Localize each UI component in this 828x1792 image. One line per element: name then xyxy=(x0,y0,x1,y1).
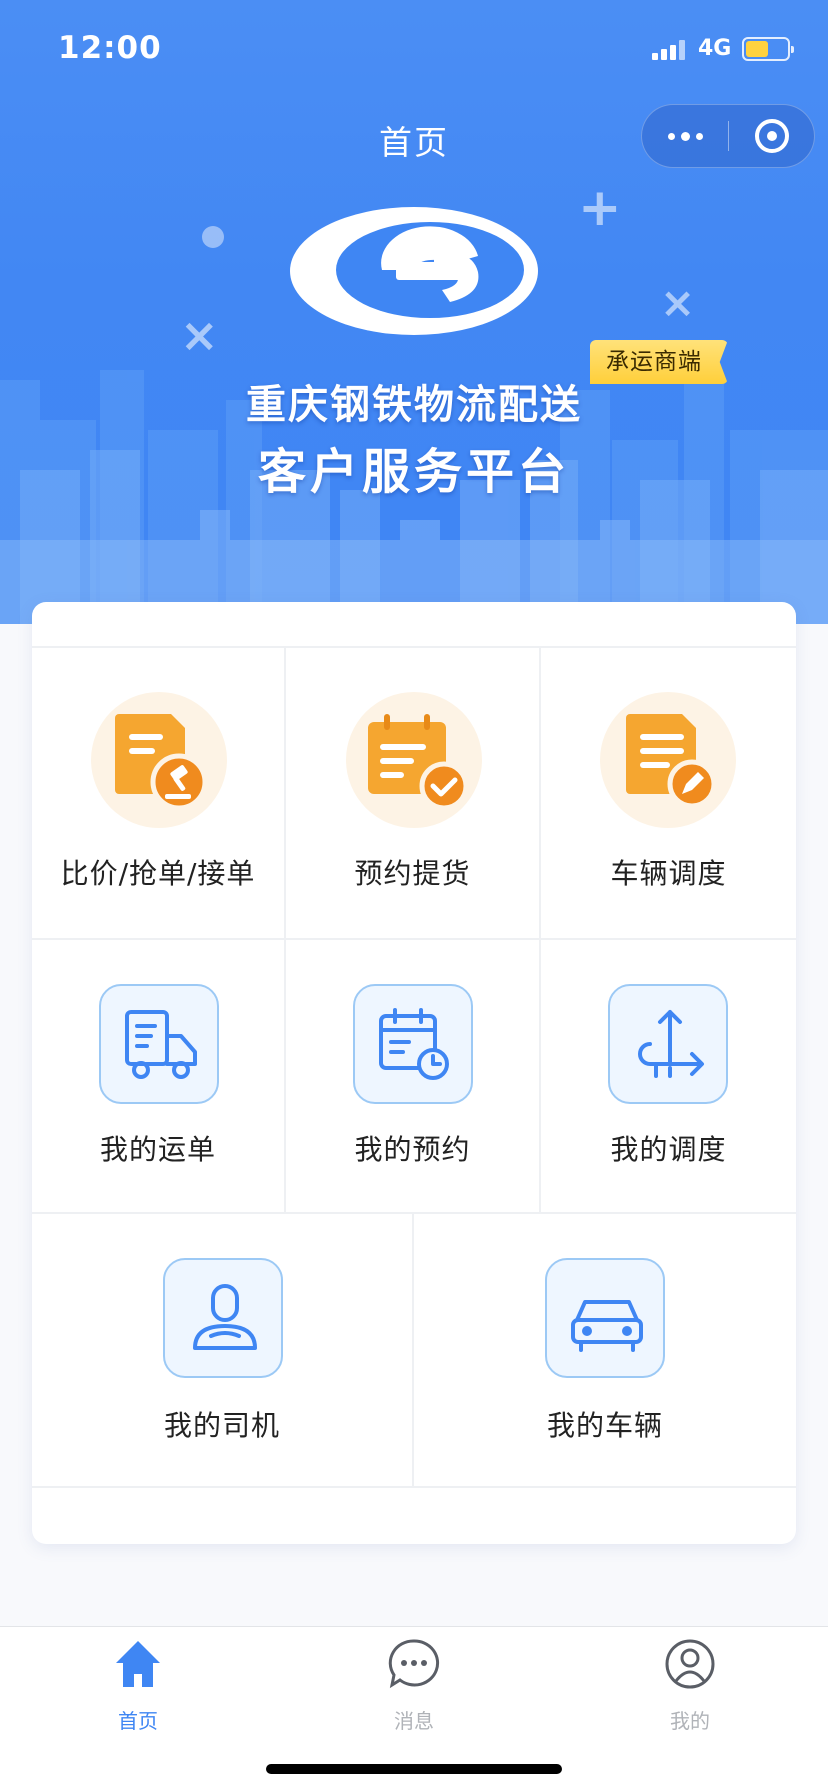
more-options-button[interactable] xyxy=(642,105,728,167)
chat-bubble-icon xyxy=(388,1639,440,1689)
tab-label: 消息 xyxy=(394,1709,434,1733)
banner-title-line2: 客户服务平台 xyxy=(257,444,570,500)
document-edit-icon xyxy=(600,692,736,828)
service-label: 我的预约 xyxy=(354,1133,471,1166)
service-vehicle-dispatch[interactable]: 车辆调度 xyxy=(541,648,796,938)
cross-decoration-icon: × xyxy=(180,308,219,362)
service-my-dispatch[interactable]: 我的调度 xyxy=(541,940,796,1212)
service-my-appointment[interactable]: 我的预约 xyxy=(286,940,541,1212)
status-bar: 12:00 4G xyxy=(0,0,828,100)
service-row: 比价/抢单/接单 预约提货 车辆调度 xyxy=(32,646,796,938)
service-bid-order[interactable]: 比价/抢单/接单 xyxy=(32,648,286,938)
service-label: 我的调度 xyxy=(610,1133,727,1166)
network-type: 4G xyxy=(698,36,732,61)
tab-messages[interactable]: 消息 xyxy=(276,1627,552,1747)
calendar-clock-icon xyxy=(353,984,473,1104)
service-grid-card: 比价/抢单/接单 预约提货 车辆调度 我的运单 我的预约 我的调度 我的司机 我… xyxy=(32,602,796,1544)
user-circle-icon xyxy=(665,1639,715,1689)
plus-decoration-icon: + xyxy=(578,178,622,238)
tab-label: 我的 xyxy=(670,1709,710,1733)
service-label: 比价/抢单/接单 xyxy=(60,857,256,890)
car-icon xyxy=(545,1258,665,1378)
home-icon xyxy=(116,1641,160,1687)
dot-decoration-icon xyxy=(202,226,224,248)
service-label: 我的司机 xyxy=(163,1409,280,1442)
service-my-waybill[interactable]: 我的运单 xyxy=(32,940,286,1212)
service-label: 我的车辆 xyxy=(546,1409,663,1442)
status-time: 12:00 xyxy=(58,30,162,66)
tab-profile[interactable]: 我的 xyxy=(552,1627,828,1747)
cross-decoration-icon: × xyxy=(660,278,696,327)
service-my-driver[interactable]: 我的司机 xyxy=(32,1214,414,1486)
service-label: 车辆调度 xyxy=(610,857,727,890)
service-label: 我的运单 xyxy=(99,1133,216,1166)
banner-title-line1: 重庆钢铁物流配送 xyxy=(246,382,582,428)
service-my-vehicle[interactable]: 我的车辆 xyxy=(414,1214,796,1486)
company-logo xyxy=(290,207,538,335)
battery-icon xyxy=(742,37,794,61)
truck-waybill-icon xyxy=(99,984,219,1104)
calendar-check-icon xyxy=(346,692,482,828)
home-indicator xyxy=(266,1764,562,1774)
signal-strength-icon xyxy=(652,40,688,60)
route-dispatch-icon xyxy=(608,984,728,1104)
driver-icon xyxy=(163,1258,283,1378)
tab-home[interactable]: 首页 xyxy=(0,1627,276,1747)
service-label: 预约提货 xyxy=(354,857,471,890)
mini-program-capsule xyxy=(641,104,815,168)
target-circle-icon xyxy=(755,119,789,153)
tab-label: 首页 xyxy=(118,1709,158,1733)
header-banner: 12:00 4G 首页 + × × 承运商端 重庆钢铁物流配送 客户服务平台 xyxy=(0,0,828,624)
service-row: 我的运单 我的预约 我的调度 xyxy=(32,938,796,1212)
document-gavel-icon xyxy=(91,692,227,828)
close-mini-program-button[interactable] xyxy=(729,105,815,167)
service-appointment-pickup[interactable]: 预约提货 xyxy=(286,648,541,938)
service-row: 我的司机 我的车辆 xyxy=(32,1212,796,1488)
